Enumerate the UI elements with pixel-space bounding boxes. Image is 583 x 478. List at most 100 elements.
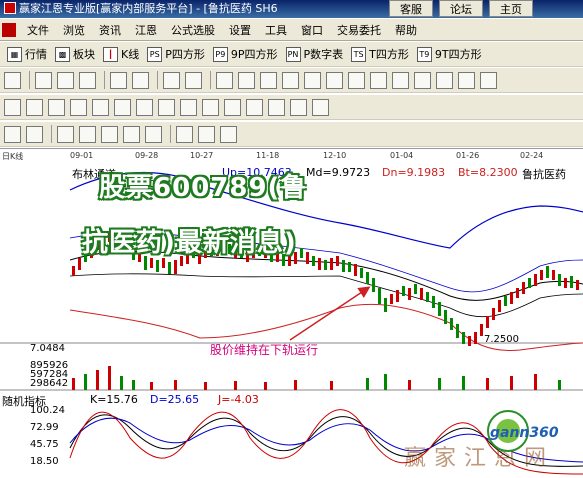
text-icon[interactable] [392, 71, 409, 89]
report-icon[interactable] [92, 98, 109, 116]
p-square-button[interactable]: PS P四方形 [144, 44, 208, 64]
bar-chart-icon[interactable] [110, 71, 127, 89]
filter-icon[interactable] [348, 71, 365, 89]
delete-icon[interactable] [220, 125, 237, 143]
line-tool-icon[interactable] [180, 98, 197, 116]
title-bar: 赢家江恩专业版[赢家内部服务平台] - [鲁抗医药 SH6 客服 论坛 主页 [0, 0, 583, 18]
ps-icon: PS [147, 46, 163, 62]
drawing-toolbar [0, 68, 583, 93]
arrow-icon[interactable] [132, 71, 149, 89]
fan-icon[interactable] [268, 98, 285, 116]
t-square-button[interactable]: TS T四方形 [348, 44, 412, 64]
grid-icon: ▦ [7, 46, 22, 62]
tab-luntan[interactable]: 论坛 [439, 0, 483, 17]
k-value: K=15.76 [90, 393, 138, 406]
price-low-label: 7.2500 [484, 334, 519, 345]
menu-formula[interactable]: 公式选股 [164, 22, 222, 38]
channel-icon[interactable] [246, 98, 263, 116]
zoom-icon[interactable] [458, 71, 475, 89]
eraser-icon[interactable] [198, 125, 215, 143]
gann-toolbar [0, 122, 583, 147]
annotation-arrow [289, 286, 371, 341]
menu-bar: 文件 浏览 资讯 江恩 公式选股 设置 工具 窗口 交易委托 帮助 [0, 19, 583, 41]
volume-price-tag: 7.0484 [30, 343, 65, 354]
p-number-button[interactable]: PN P数字表 [283, 44, 347, 64]
9p-square-button[interactable]: P9 9P四方形 [210, 44, 281, 64]
quote-label: 行情 [25, 48, 47, 61]
calendar-icon[interactable] [4, 125, 21, 143]
pn-icon: PN [285, 46, 301, 62]
menu-file[interactable]: 文件 [20, 22, 56, 38]
tab-kefu[interactable]: 客服 [389, 0, 433, 17]
menu-browse[interactable]: 浏览 [56, 22, 92, 38]
export-icon[interactable] [136, 98, 153, 116]
globe-icon[interactable] [57, 71, 74, 89]
target-icon[interactable] [35, 71, 52, 89]
vertical-line-icon[interactable] [163, 71, 180, 89]
kdj-tick: 72.99 [30, 422, 59, 433]
menu-help[interactable]: 帮助 [388, 22, 424, 38]
help-icon[interactable] [480, 71, 497, 89]
separator [104, 71, 105, 89]
pen-icon[interactable] [176, 125, 193, 143]
menu-gann[interactable]: 江恩 [128, 22, 164, 38]
kdj-tick: 100.24 [30, 405, 65, 416]
gann-icon-5[interactable] [145, 125, 162, 143]
compare-icon[interactable] [114, 98, 131, 116]
fibonacci-icon[interactable] [224, 98, 241, 116]
select-icon[interactable] [370, 71, 387, 89]
main-toolbar: ▦ 行情 ▩ 板块 ┃ K线 PS P四方形 P9 9P四方形 PN P数字表 TS T四方形… [0, 42, 583, 67]
gann-icon-4[interactable] [123, 125, 140, 143]
separator [157, 71, 158, 89]
menu-info[interactable]: 资讯 [92, 22, 128, 38]
ts-icon: TS [351, 46, 367, 62]
bars-icon[interactable] [304, 71, 321, 89]
menu-icon[interactable] [4, 71, 21, 89]
chart-icon[interactable] [26, 98, 43, 116]
tab-zhuye[interactable]: 主页 [489, 0, 533, 17]
title-tabs: 客服 论坛 主页 [389, 0, 533, 17]
separator [210, 71, 211, 89]
app-menu-icon[interactable] [2, 22, 16, 37]
menu-settings[interactable]: 设置 [222, 22, 258, 38]
cycle-icon[interactable] [26, 125, 43, 143]
cursor-icon[interactable] [185, 71, 202, 89]
menu-window[interactable]: 窗口 [294, 22, 330, 38]
arc-icon[interactable] [290, 98, 307, 116]
blocks-icon: ▩ [55, 46, 70, 62]
page-icon[interactable] [414, 71, 431, 89]
d-value: D=25.65 [150, 393, 200, 406]
9t-square-label: 9T四方形 [434, 48, 482, 61]
annotation-text: 股价维持在下轨运行 [210, 343, 319, 357]
gann-icon-3[interactable] [101, 125, 118, 143]
separator [51, 125, 52, 143]
back-icon[interactable] [216, 71, 233, 89]
menu-trade[interactable]: 交易委托 [330, 22, 388, 38]
list-icon[interactable] [4, 98, 21, 116]
sector-button[interactable]: ▩ 板块 [52, 44, 98, 64]
bars-alt-icon[interactable] [326, 71, 343, 89]
rectangle-icon[interactable] [312, 98, 329, 116]
window-title: 赢家江恩专业版[赢家内部服务平台] - [鲁抗医药 SH6 [19, 2, 278, 15]
percent-icon[interactable] [48, 98, 65, 116]
zoom-in-icon[interactable] [260, 71, 277, 89]
menu-tools[interactable]: 工具 [258, 22, 294, 38]
zoom-out-icon[interactable] [282, 71, 299, 89]
forward-icon[interactable] [238, 71, 255, 89]
p9-icon: P9 [212, 46, 228, 62]
9p-square-label: 9P四方形 [230, 48, 278, 61]
import-icon[interactable] [158, 98, 175, 116]
quote-button[interactable]: ▦ 行情 [4, 44, 50, 64]
gann360-seal-icon: gann360 [487, 410, 559, 452]
network-icon[interactable] [70, 98, 87, 116]
gann-icon-1[interactable] [57, 125, 74, 143]
kline-button[interactable]: ┃ K线 [100, 44, 142, 64]
gear-icon[interactable] [436, 71, 453, 89]
site-logo-text: gann360 [490, 425, 559, 441]
gann-icon-2[interactable] [79, 125, 96, 143]
t-square-label: T四方形 [369, 48, 409, 61]
9t-square-button[interactable]: T9 9T四方形 [414, 44, 485, 64]
indicator-icon[interactable] [79, 71, 96, 89]
curve-tool-icon[interactable] [202, 98, 219, 116]
separator [29, 71, 30, 89]
